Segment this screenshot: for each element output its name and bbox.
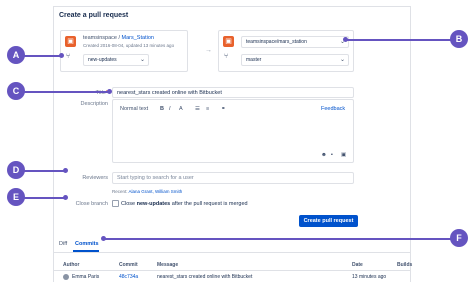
callout-dot-e (63, 195, 68, 200)
tab-commits[interactable]: Commits (75, 241, 99, 247)
column-header-commit: Commit (119, 262, 138, 268)
avatar (63, 274, 69, 280)
column-header-author: Author (63, 262, 80, 268)
numbered-list-button[interactable]: ≡ (206, 106, 209, 112)
callout-line-c (24, 91, 110, 93)
callout-e: E (7, 188, 25, 206)
image-icon[interactable]: ▣ (341, 152, 346, 158)
callout-b: B (450, 30, 468, 48)
recent-reviewers: Recent: Alana Grant, William Smith (112, 189, 183, 194)
callout-line-a (24, 55, 62, 57)
feedback-link[interactable]: Feedback (321, 106, 345, 112)
callout-dot-a (59, 53, 64, 58)
callout-line-e (24, 197, 66, 199)
commit-message: nearest_stars created online with Bitbuc… (157, 274, 253, 280)
text-style-button[interactable]: A (179, 106, 183, 112)
callout-dot-b (343, 37, 348, 42)
tab-diff[interactable]: Diff (59, 241, 67, 247)
callout-dot-c (107, 89, 112, 94)
commit-date: 13 minutes ago (352, 274, 387, 280)
commit-author: Emma Paris (72, 274, 100, 280)
bold-button[interactable]: B (160, 106, 164, 112)
mention-icon[interactable]: ☻ (321, 152, 327, 158)
callout-dot-d (63, 168, 68, 173)
branch-icon: ⑂ (224, 53, 229, 60)
close-branch-label: Close branch (75, 201, 108, 207)
chevron-down-icon: ⌄ (339, 57, 345, 63)
column-header-builds: Builds (397, 262, 413, 268)
pull-request-panel: Create a pull request ▣ teamsinspace / M… (53, 6, 413, 282)
list-button[interactable]: ☰ (195, 106, 200, 112)
callout-line-d (24, 170, 66, 172)
repo-icon: ▣ (65, 36, 76, 47)
callout-c: C (7, 82, 25, 100)
link-icon[interactable]: ⚭ (221, 106, 226, 112)
reviewers-input[interactable]: Start typing to search for a user (112, 172, 354, 184)
destination-branch-select[interactable]: master ⌄ (241, 54, 349, 66)
callout-d: D (7, 161, 25, 179)
divider (54, 270, 410, 271)
page-title: Create a pull request (59, 12, 129, 19)
destination-repo-select[interactable]: teamsinspace/mars_station ⌄ (241, 36, 349, 48)
attach-icon[interactable]: ▪ (331, 152, 333, 158)
text-format-dropdown[interactable]: Normal text (120, 106, 148, 112)
source-branch-select[interactable]: new-updates ⌄ (83, 54, 149, 66)
close-branch-text: Close new-updates after the pull request… (121, 201, 248, 207)
description-editor[interactable]: Normal text B I A ☰ ≡ ⚭ Feedback ☻ ▪ ▣ (112, 99, 354, 163)
callout-f: F (450, 229, 468, 247)
chevron-down-icon: ⌄ (139, 57, 145, 63)
column-header-message: Message (157, 262, 179, 268)
repo-icon: ▣ (223, 36, 234, 47)
close-branch-checkbox[interactable] (112, 200, 119, 207)
branch-icon: ⑂ (66, 53, 71, 60)
commit-hash-link[interactable]: 48c734a (119, 274, 138, 280)
description-label: Description (80, 101, 108, 107)
destination-repo-box: ▣ teamsinspace/mars_station ⌄ ⑂ master ⌄ (218, 30, 354, 72)
recent-reviewer-links[interactable]: Alana Grant, William Smith (129, 189, 183, 194)
italic-button[interactable]: I (169, 106, 171, 112)
reviewers-label: Reviewers (82, 175, 108, 181)
title-input[interactable]: nearest_stars created online with Bitbuc… (112, 87, 354, 98)
callout-line-f (104, 238, 454, 240)
divider (54, 252, 410, 253)
source-repo-meta: Created 2016-08-04, updated 13 minutes a… (83, 43, 175, 48)
source-repo-name: teamsinspace / Mars_Station (83, 35, 154, 41)
callout-a: A (7, 46, 25, 64)
arrow-right-icon: → (205, 47, 212, 54)
callout-dot-f (101, 236, 106, 241)
source-repo-box: ▣ teamsinspace / Mars_Station Created 20… (60, 30, 188, 72)
create-pull-request-button[interactable]: Create pull request (299, 215, 358, 227)
column-header-date: Date (352, 262, 363, 268)
callout-line-b (346, 39, 452, 41)
